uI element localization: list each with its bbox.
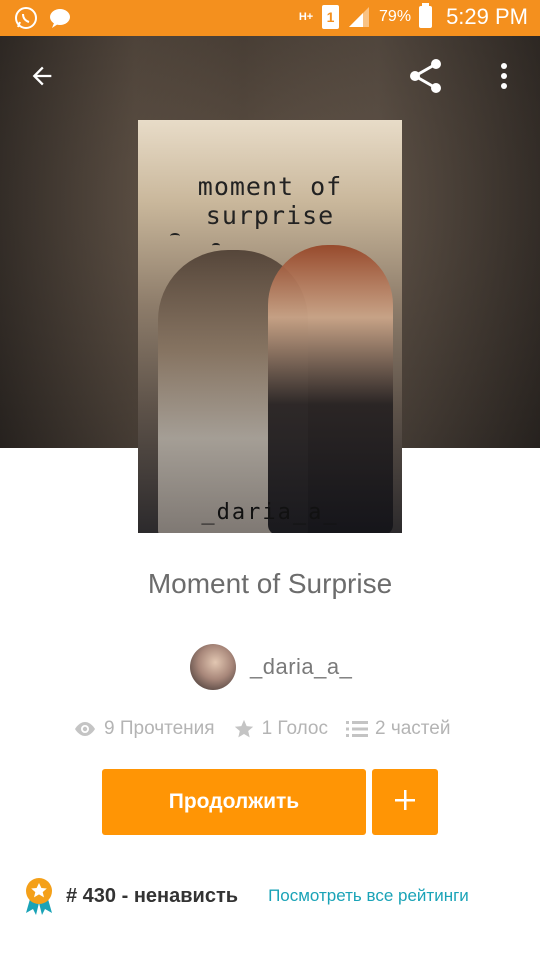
book-cover[interactable]: moment of surprise _daria_a_ bbox=[138, 120, 402, 533]
bird-icon bbox=[170, 233, 180, 239]
share-icon bbox=[406, 56, 446, 101]
clock: 5:29 PM bbox=[446, 4, 528, 29]
view-all-rankings-link[interactable]: Посмотреть все рейтинги bbox=[268, 886, 469, 906]
ranking-row: # 430 - ненависть Посмотреть все рейтинг… bbox=[22, 877, 522, 915]
bird-icon bbox=[212, 243, 220, 248]
cover-figure-woman bbox=[268, 245, 393, 533]
ranking-separator: - bbox=[116, 884, 134, 907]
ranking-text: # 430 - ненависть bbox=[66, 885, 238, 908]
battery-icon bbox=[419, 3, 433, 28]
eye-icon bbox=[73, 721, 97, 737]
toolbar bbox=[0, 36, 540, 120]
message-icon bbox=[48, 6, 72, 30]
continue-reading-label: Продолжить bbox=[168, 790, 300, 813]
list-icon bbox=[345, 720, 368, 738]
votes-stat: 1 Голос bbox=[233, 718, 328, 740]
cover-author: _daria_a_ bbox=[201, 500, 339, 525]
continue-reading-button[interactable]: Продолжить bbox=[102, 769, 366, 835]
more-vert-icon bbox=[499, 62, 509, 95]
sim-slot-indicator: 1 bbox=[322, 5, 340, 29]
signal-icon bbox=[347, 5, 371, 29]
votes-count: 1 Голос bbox=[261, 718, 328, 739]
add-to-library-button[interactable] bbox=[372, 769, 438, 835]
parts-stat: 2 частей bbox=[345, 718, 451, 740]
author-link[interactable]: _daria_a_ bbox=[190, 644, 352, 690]
ranking-medal-icon bbox=[22, 877, 56, 915]
plus-icon bbox=[394, 789, 416, 816]
reads-stat: 9 Прочтения bbox=[73, 718, 215, 740]
more-options-button[interactable] bbox=[480, 54, 528, 102]
back-arrow-icon bbox=[28, 62, 56, 95]
author-name[interactable]: _daria_a_ bbox=[250, 654, 352, 680]
author-avatar[interactable] bbox=[190, 644, 236, 690]
star-icon bbox=[233, 718, 255, 740]
back-button[interactable] bbox=[18, 54, 66, 102]
ranking-position: # 430 bbox=[66, 884, 117, 907]
network-type-indicator: H+ bbox=[298, 10, 314, 23]
ranking-tag: ненависть bbox=[133, 884, 239, 907]
story-stats: 9 Прочтения 1 Голос 2 частей bbox=[73, 718, 493, 740]
parts-count: 2 частей bbox=[374, 718, 451, 739]
share-button[interactable] bbox=[402, 54, 450, 102]
whatsapp-icon bbox=[14, 6, 38, 30]
battery-percent: 79% bbox=[379, 8, 412, 25]
status-bar: H+ 1 79% 5:29 PM bbox=[0, 0, 540, 36]
story-title: Moment of Surprise bbox=[147, 568, 393, 599]
reads-count: 9 Прочтения bbox=[104, 718, 215, 739]
cover-title: moment of surprise bbox=[197, 172, 343, 230]
